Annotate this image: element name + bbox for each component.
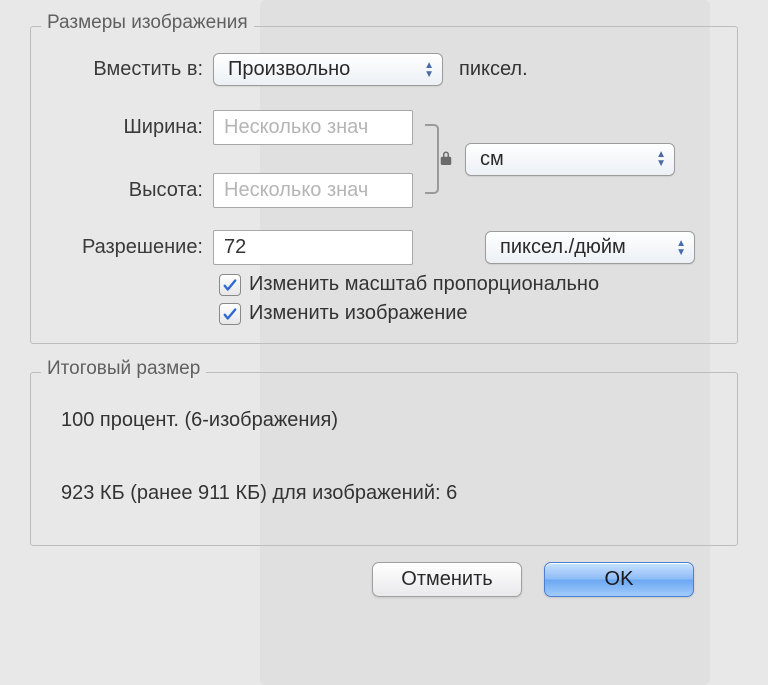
dimension-unit-value: см <box>480 148 504 171</box>
dimensions-left: Ширина: Высота: <box>53 110 413 208</box>
width-row: Ширина: <box>53 110 413 145</box>
resample-label: Изменить изображение <box>249 302 468 325</box>
image-size-dialog: Размеры изображения Вместить в: Произвол… <box>0 0 768 597</box>
resolution-unit-value: пиксел./дюйм <box>500 236 626 259</box>
height-input[interactable] <box>213 173 413 208</box>
resample-row: Изменить изображение <box>219 302 715 325</box>
resolution-row: Разрешение: пиксел./дюйм ▲▼ <box>53 230 715 265</box>
scale-proportionally-label: Изменить масштаб пропорционально <box>249 273 599 296</box>
height-row: Высота: <box>53 173 413 208</box>
resolution-unit-select[interactable]: пиксел./дюйм ▲▼ <box>485 231 695 264</box>
updown-icon: ▲▼ <box>676 239 686 257</box>
updown-icon: ▲▼ <box>656 150 666 168</box>
resolution-input[interactable] <box>213 230 413 265</box>
result-group: Итоговый размер 100 процент. (6-изображе… <box>30 372 738 546</box>
check-icon <box>221 305 239 323</box>
scale-proportionally-row: Изменить масштаб пропорционально <box>219 273 715 296</box>
fit-into-select[interactable]: Произвольно ▲▼ <box>213 53 443 86</box>
link-bracket <box>425 118 451 200</box>
lock-icon <box>437 150 455 168</box>
cancel-button[interactable]: Отменить <box>372 562 522 597</box>
dimension-unit-select[interactable]: см ▲▼ <box>465 143 675 176</box>
fit-into-row: Вместить в: Произвольно ▲▼ пиксел. <box>53 53 715 86</box>
check-icon <box>221 276 239 294</box>
width-label: Ширина: <box>53 116 203 139</box>
image-sizes-group: Размеры изображения Вместить в: Произвол… <box>30 26 738 344</box>
dimensions-wrap: Ширина: Высота: см ▲▼ <box>53 110 715 208</box>
height-label: Высота: <box>53 179 203 202</box>
resolution-label: Разрешение: <box>53 236 203 259</box>
result-line-percent: 100 процент. (6-изображения) <box>61 409 715 432</box>
width-input[interactable] <box>213 110 413 145</box>
scale-proportionally-checkbox[interactable] <box>219 274 241 296</box>
fit-into-label: Вместить в: <box>53 58 203 81</box>
fit-into-unit: пиксел. <box>459 58 528 81</box>
resample-checkbox[interactable] <box>219 303 241 325</box>
updown-icon: ▲▼ <box>424 61 434 79</box>
dialog-buttons: Отменить OK <box>30 546 738 597</box>
ok-button[interactable]: OK <box>544 562 694 597</box>
result-legend: Итоговый размер <box>41 358 206 380</box>
fit-into-value: Произвольно <box>228 58 350 81</box>
image-sizes-legend: Размеры изображения <box>41 12 254 34</box>
result-line-size: 923 КБ (ранее 911 КБ) для изображений: 6 <box>61 482 715 505</box>
